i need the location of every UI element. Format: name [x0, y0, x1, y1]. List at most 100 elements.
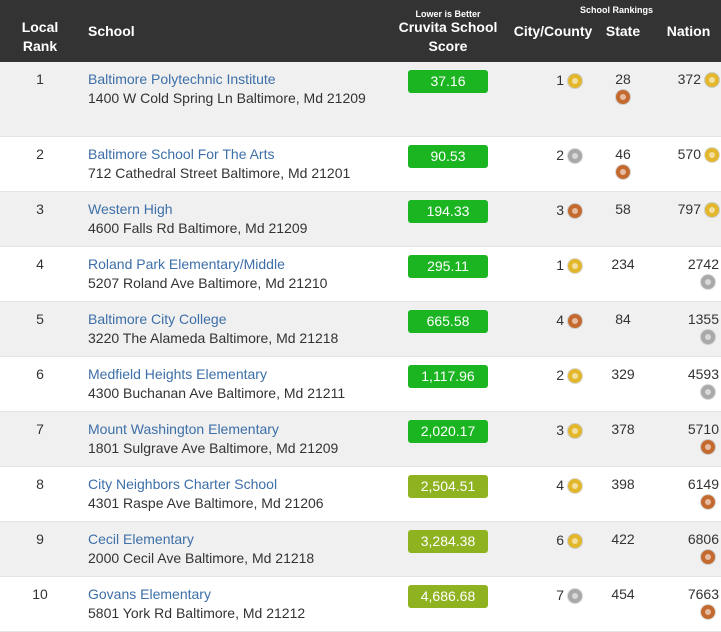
school-address: 1400 W Cold Spring Ln Baltimore, Md 2120…	[88, 90, 366, 106]
city-silver-medal-icon	[568, 148, 582, 163]
school-name-link[interactable]: Baltimore City College	[88, 311, 227, 327]
table-row: 8 City Neighbors Charter School 4301 Ras…	[0, 466, 721, 521]
score-badge: 2,504.51	[408, 474, 488, 498]
state-rank: 46	[615, 145, 631, 162]
nation-rank-cell: 6149	[648, 466, 721, 521]
col-city-county[interactable]: School Rankings City/County	[508, 0, 653, 62]
school-address: 1801 Sulgrave Ave Baltimore, Md 21209	[88, 439, 339, 456]
nation-rank: 2742	[687, 255, 719, 272]
score-badge: 90.53	[408, 144, 488, 168]
score-cell: 295.11	[388, 246, 508, 301]
nation-rank-cell: 797	[648, 191, 721, 246]
city-county-rank: 1	[556, 256, 564, 273]
lower-is-better-note: Lower is Better	[415, 9, 481, 19]
col-local-rank-label: Local Rank	[21, 19, 59, 54]
local-rank-cell: 2	[0, 136, 80, 191]
school-address: 4301 Raspe Ave Baltimore, Md 21206	[88, 494, 324, 511]
city-county-rank-cell: 3	[508, 191, 598, 246]
local-rank-cell: 10	[0, 576, 80, 631]
state-rank: 28	[615, 71, 631, 87]
nation-rank: 6149	[687, 475, 719, 492]
nation-bronze-medal-icon	[701, 549, 715, 564]
city-bronze-medal-icon	[568, 313, 582, 328]
city-gold-medal-icon	[568, 423, 582, 438]
state-rank-cell: 398	[598, 466, 648, 521]
city-bronze-medal-icon	[568, 203, 582, 218]
state-rank-cell: 234	[598, 246, 648, 301]
local-rank-cell: 4	[0, 246, 80, 301]
city-gold-medal-icon	[568, 74, 582, 89]
state-bronze-medal-icon	[616, 90, 630, 104]
local-rank: 3	[36, 200, 44, 217]
nation-rank: 1355	[687, 310, 719, 327]
city-gold-medal-icon	[568, 478, 582, 493]
local-rank: 2	[36, 145, 44, 162]
city-county-rank-cell: 4	[508, 301, 598, 356]
school-cell: Govans Elementary 5801 York Rd Baltimore…	[80, 576, 388, 631]
school-address: 5801 York Rd Baltimore, Md 21212	[88, 604, 306, 621]
state-rank: 398	[611, 475, 635, 492]
city-county-rank: 3	[556, 201, 564, 218]
city-county-rank-cell: 2	[508, 356, 598, 411]
state-rank: 84	[615, 310, 631, 327]
state-rank-cell: 46	[598, 136, 648, 191]
school-cell: City Neighbors Charter School 4301 Raspe…	[80, 466, 388, 521]
city-gold-medal-icon	[568, 258, 582, 273]
school-name-link[interactable]: Mount Washington Elementary	[88, 421, 279, 437]
nation-rank-cell: 2742	[648, 246, 721, 301]
score-cell: 194.33	[388, 191, 508, 246]
score-cell: 90.53	[388, 136, 508, 191]
state-rank: 422	[611, 530, 635, 547]
local-rank-cell: 1	[0, 62, 80, 136]
state-rank-cell: 422	[598, 521, 648, 576]
nation-rank-cell: 372	[648, 62, 721, 136]
school-name-link[interactable]: Baltimore School For The Arts	[88, 146, 274, 162]
nation-rank: 372	[677, 71, 701, 87]
school-cell: Mount Washington Elementary 1801 Sulgrav…	[80, 411, 388, 466]
school-name-link[interactable]: Western High	[88, 201, 173, 217]
local-rank-cell: 8	[0, 466, 80, 521]
school-cell: Western High 4600 Falls Rd Baltimore, Md…	[80, 191, 388, 246]
score-cell: 37.16	[388, 62, 508, 136]
nation-silver-medal-icon	[701, 274, 715, 289]
col-nation[interactable]: Nation	[648, 0, 721, 62]
score-badge: 665.58	[408, 309, 488, 333]
school-name-link[interactable]: Baltimore Polytechnic Institute	[88, 71, 276, 87]
nation-rank-cell: 4593	[648, 356, 721, 411]
score-cell: 1,117.96	[388, 356, 508, 411]
school-name-link[interactable]: Cecil Elementary	[88, 531, 194, 547]
local-rank: 4	[36, 255, 44, 272]
col-city-county-label: City/County	[513, 23, 593, 39]
col-score[interactable]: Lower is Better Cruvita School Score	[388, 0, 508, 62]
school-cell: Baltimore Polytechnic Institute 1400 W C…	[80, 62, 388, 136]
col-state[interactable]: State	[598, 0, 648, 62]
state-rank-cell: 58	[598, 191, 648, 246]
score-cell: 3,284.38	[388, 521, 508, 576]
score-cell: 4,686.68	[388, 576, 508, 631]
table-row: 9 Cecil Elementary 2000 Cecil Ave Baltim…	[0, 521, 721, 576]
nation-rank-cell: 570	[648, 136, 721, 191]
school-name-link[interactable]: Roland Park Elementary/Middle	[88, 256, 285, 272]
local-rank-cell: 3	[0, 191, 80, 246]
nation-rank: 6806	[687, 530, 719, 547]
state-rank-cell: 28	[598, 62, 648, 136]
state-bronze-medal-icon	[616, 164, 630, 179]
school-address: 5207 Roland Ave Baltimore, Md 21210	[88, 274, 328, 291]
local-rank: 7	[36, 420, 44, 437]
school-name-link[interactable]: Medfield Heights Elementary	[88, 366, 267, 382]
city-silver-medal-icon	[568, 588, 582, 603]
nation-gold-medal-icon	[705, 202, 719, 217]
table-row: 5 Baltimore City College 3220 The Alamed…	[0, 301, 721, 356]
table-row: 3 Western High 4600 Falls Rd Baltimore, …	[0, 191, 721, 246]
city-gold-medal-icon	[568, 368, 582, 383]
city-county-rank-cell: 2	[508, 136, 598, 191]
nation-silver-medal-icon	[701, 329, 715, 344]
score-badge: 4,686.68	[408, 584, 488, 608]
col-local-rank[interactable]: Local Rank	[0, 0, 80, 62]
school-name-link[interactable]: City Neighbors Charter School	[88, 476, 277, 492]
city-county-rank: 6	[556, 531, 564, 548]
col-school[interactable]: School	[80, 0, 388, 62]
school-name-link[interactable]: Govans Elementary	[88, 586, 211, 602]
nation-rank: 570	[677, 145, 701, 162]
school-address: 4600 Falls Rd Baltimore, Md 21209	[88, 219, 308, 236]
